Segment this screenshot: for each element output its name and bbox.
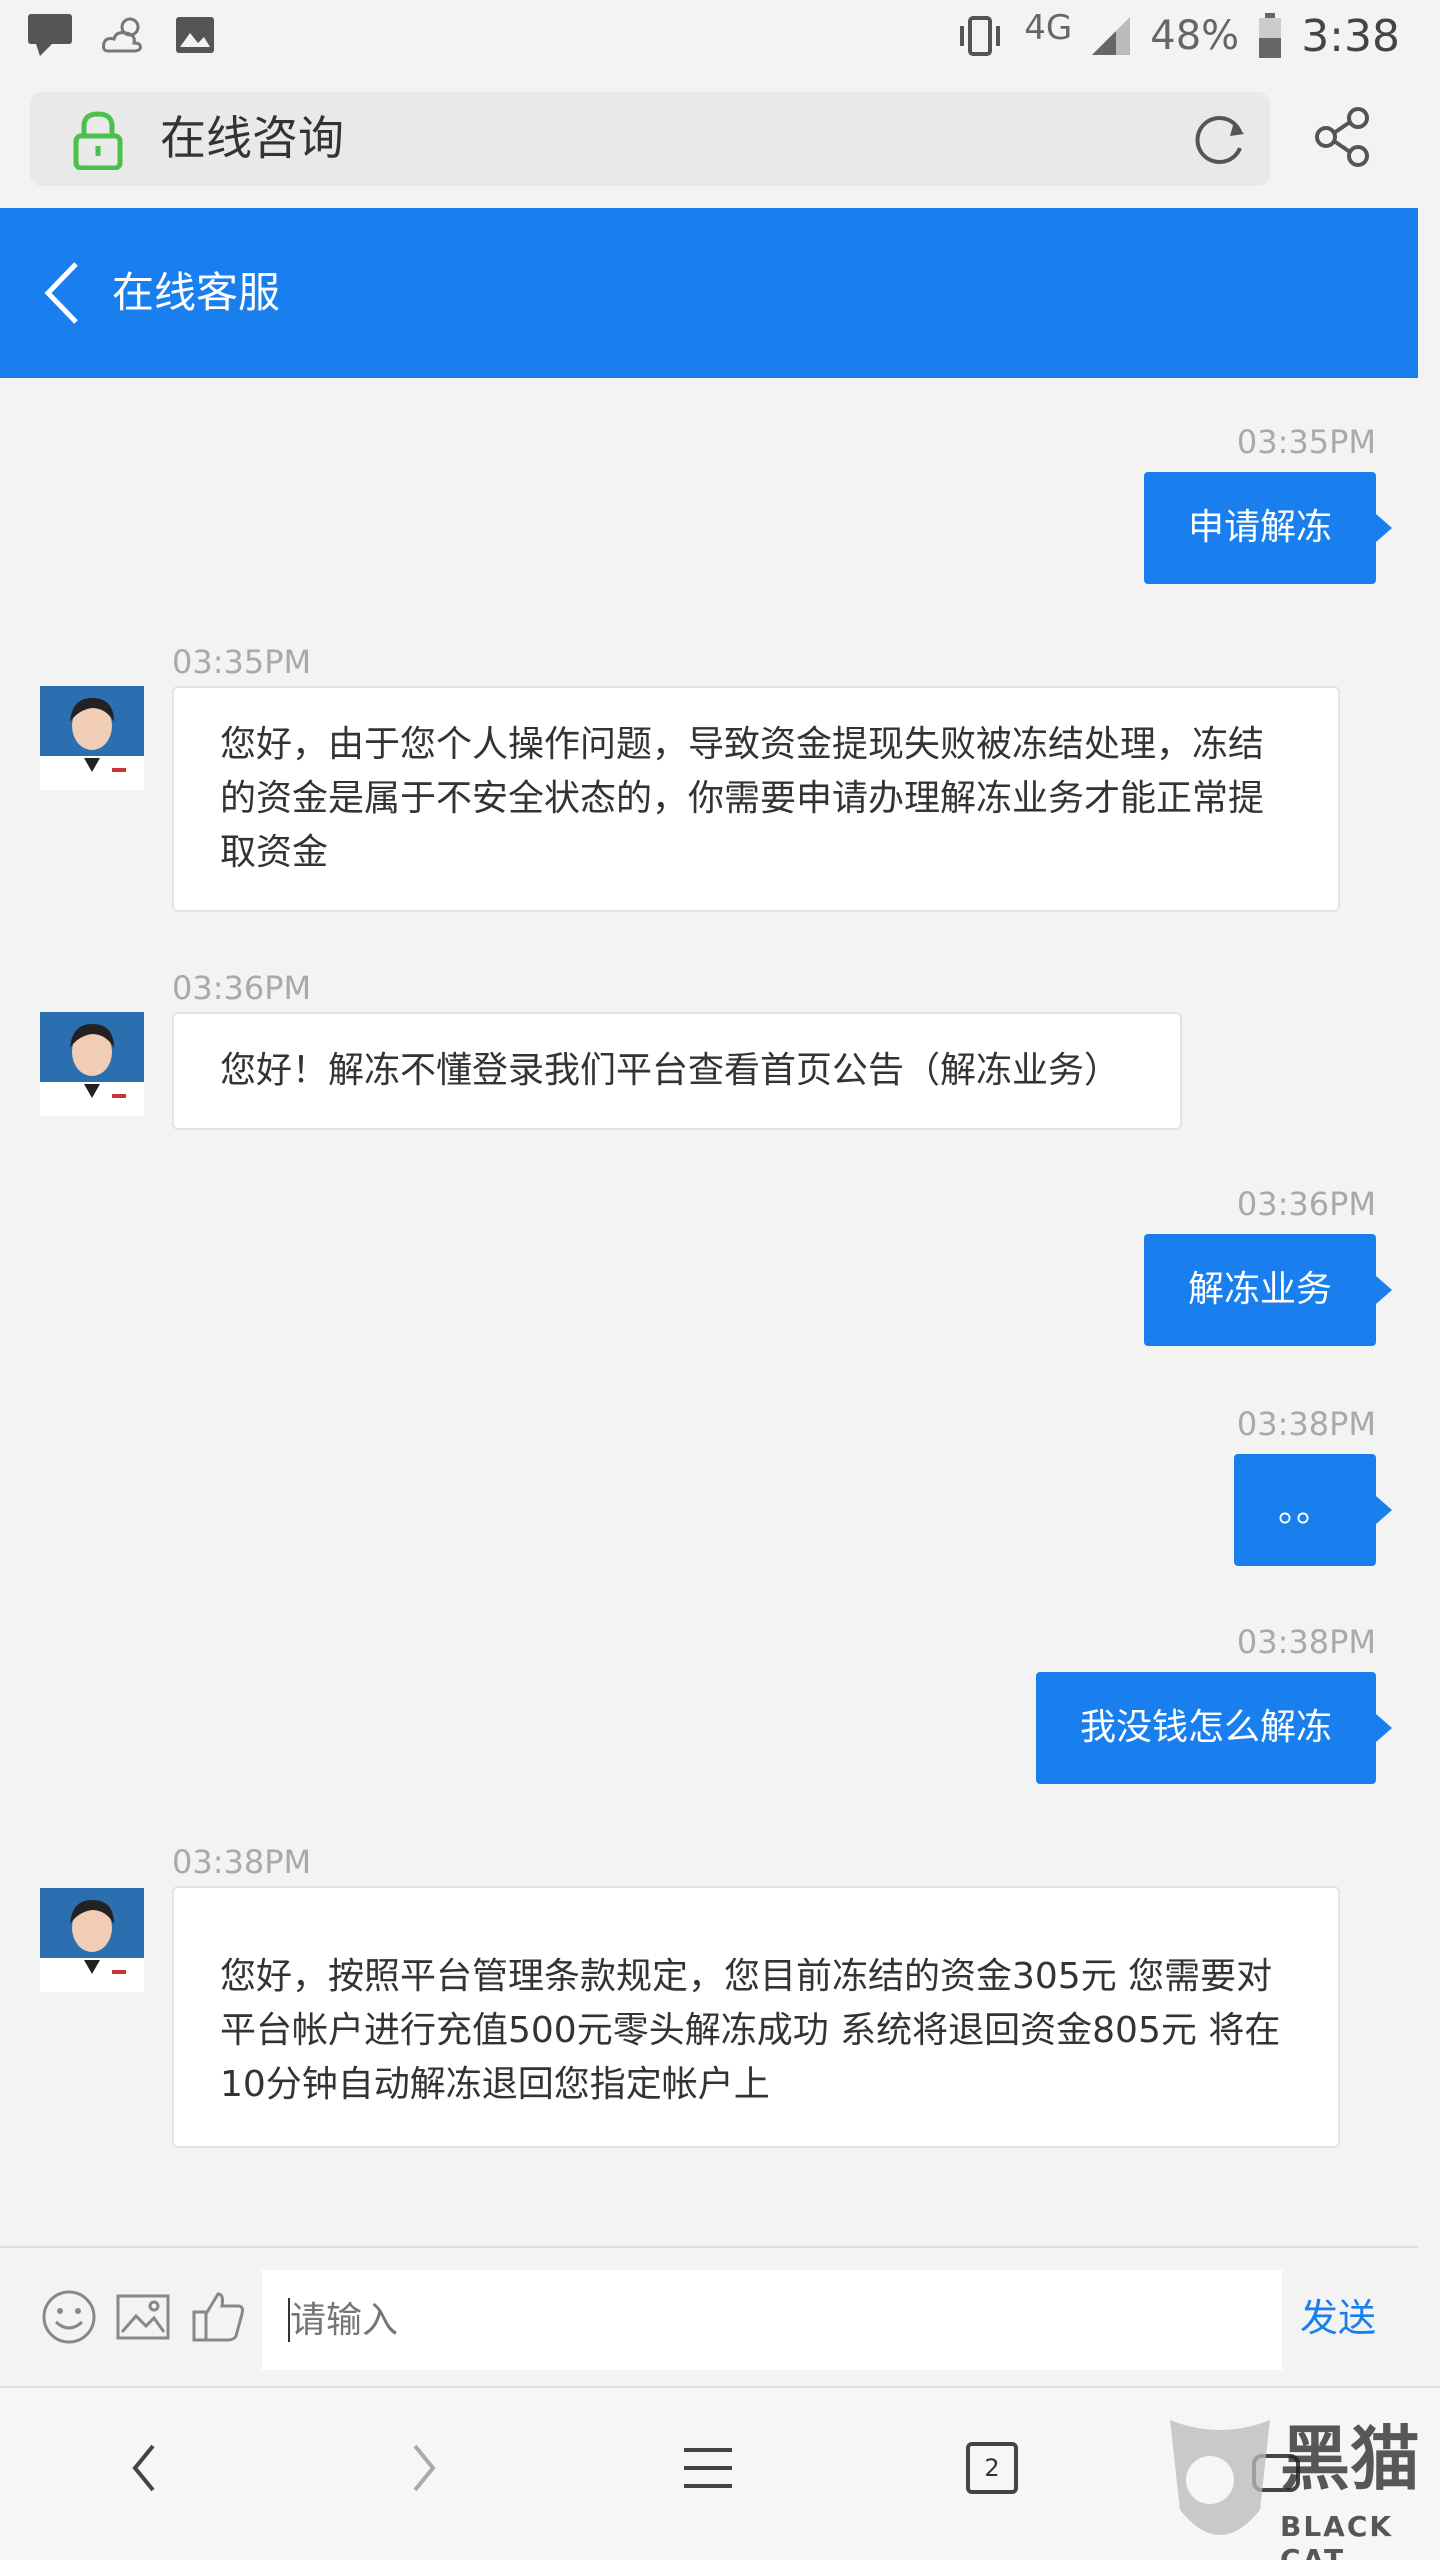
message-line: 平台帐户进行充值500元零头解冻成功 系统将退回资金805元 将在 [220,2010,1281,2051]
menu-icon [684,2448,732,2488]
header-title: 在线客服 [112,268,281,317]
signal-icon [1092,17,1131,55]
tabs-count: 2 [984,2454,1000,2482]
nav-tabs-button[interactable]: 2 [952,2428,1032,2508]
status-bar: 4G 48% 3:38 [0,0,1440,72]
nav-forward-button[interactable] [384,2428,464,2508]
message-line: 10分钟自动解冻退回您指定帐户上 [220,2064,770,2105]
message-in[interactable]: 您好，按照平台管理条款规定，您目前冻结的资金305元 您需要对 平台帐户进行充值… [172,1886,1340,2148]
message-time: 03:38PM [172,1843,312,1881]
chevron-right-icon [413,2444,436,2492]
message-time: 03:38PM [1236,1623,1376,1661]
message-time: 03:36PM [172,969,312,1007]
agent-avatar [40,1012,144,1116]
cat-logo-icon [1170,2420,1270,2535]
image-icon [176,17,214,53]
back-arrow-icon[interactable] [40,258,86,328]
share-icon[interactable] [1312,106,1374,168]
message-line: 取资金 [220,832,329,873]
message-line: 您好，由于您个人操作问题，导致资金提现失败被冻结处理，冻结 [220,724,1265,765]
watermark-text: 黑猫 [1280,2418,1420,2500]
lock-icon [73,111,123,170]
nav-back-button[interactable] [104,2428,184,2508]
message-input[interactable] [262,2270,1282,2370]
send-button[interactable]: 发送 [1300,2288,1376,2348]
message-line: 的资金是属于不安全状态的，你需要申请办理解冻业务才能正常提 [220,778,1265,819]
message-out[interactable]: 解冻业务 [1143,1234,1393,1346]
chat-header: 在线客服 [0,208,1418,378]
message-time: 03:36PM [1236,1185,1376,1223]
message-in[interactable]: 您好！解冻不懂登录我们平台查看首页公告（解冻业务） [172,1012,1182,1130]
chat-area[interactable]: 03:35PM 申请解冻 03:35PM 您好，由于您个人操作问题，导致资金提现… [0,378,1418,2246]
network-type: 4G [1024,8,1073,48]
battery-percent: 48% [1150,13,1240,59]
message-time: 03:35PM [172,643,312,681]
emoji-icon[interactable] [40,2288,98,2346]
notification-icon [28,14,72,56]
nav-menu-button[interactable] [668,2428,748,2508]
address-title[interactable]: 在线咨询 [160,108,344,168]
message-time: 03:35PM [1236,423,1376,461]
clock: 3:38 [1301,10,1400,62]
address-bar[interactable]: 在线咨询 [30,92,1270,186]
vibrate-icon [960,16,1001,56]
message-out[interactable]: 。。 [1233,1454,1393,1566]
refresh-icon[interactable] [1190,108,1250,168]
message-time: 03:38PM [1236,1405,1376,1443]
agent-avatar [40,1888,144,1992]
message-out[interactable]: 我没钱怎么解冻 [1035,1672,1393,1784]
text-caret [288,2298,290,2342]
watermark-subtext: BLACK CAT [1280,2510,1394,2560]
message-out[interactable]: 申请解冻 [1143,472,1393,584]
thumbs-up-icon[interactable] [190,2288,248,2346]
weather-cloud-icon [102,17,142,53]
chevron-left-icon [132,2444,155,2492]
battery-icon [1259,13,1282,58]
image-upload-icon[interactable] [114,2288,172,2346]
message-in[interactable]: 您好，由于您个人操作问题，导致资金提现失败被冻结处理，冻结 的资金是属于不安全状… [172,686,1340,912]
message-line: 您好，按照平台管理条款规定，您目前冻结的资金305元 您需要对 [220,1956,1273,1997]
blackcat-watermark: 黑猫 BLACK CAT [1160,2410,1440,2560]
chat-input-bar: 发送 [0,2246,1418,2384]
agent-avatar [40,686,144,790]
